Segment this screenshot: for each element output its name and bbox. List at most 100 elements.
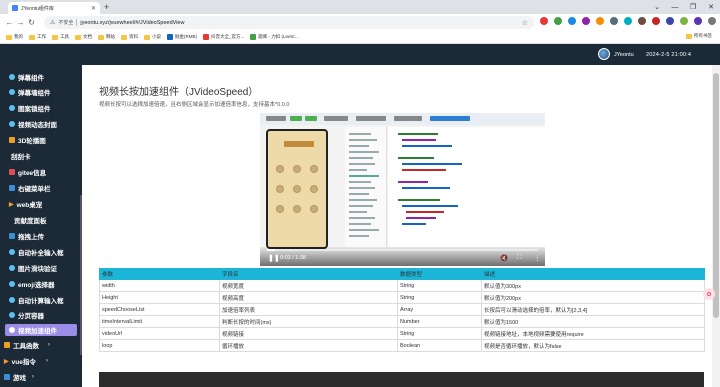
sidebar-item[interactable]: 自动计算输入框 (9, 294, 81, 306)
close-icon[interactable]: ✕ (702, 0, 720, 14)
pattern-dot (310, 205, 318, 213)
floating-helper-icon[interactable]: ✿ (703, 288, 715, 300)
sidebar-item[interactable]: 弹幕墙组件 (9, 86, 81, 98)
sidebar-item[interactable]: gitee信息 (9, 166, 81, 178)
sidebar-item[interactable]: 弹幕组件 (9, 71, 81, 83)
bookmark-link[interactable]: 抖音大全_官方... (203, 34, 244, 40)
divider (76, 19, 78, 26)
back-icon[interactable]: ← (4, 17, 15, 28)
scrollbar-thumb[interactable] (713, 73, 719, 318)
bookmark-folder[interactable]: 小说 (144, 34, 161, 40)
bookmark-folder[interactable]: 网站 (98, 34, 115, 40)
extension-icon[interactable] (582, 17, 590, 25)
sidebar-item[interactable]: 视频动态封面 (9, 118, 81, 130)
bookmark-folder[interactable]: 文档 (75, 34, 92, 40)
sidebar-item-label: 弹幕墙组件 (18, 90, 51, 97)
more-menu-icon[interactable] (708, 17, 716, 25)
pattern-dot (293, 185, 301, 193)
frame-toolbar-block (356, 116, 386, 121)
table-cell: speedChooseList (99, 303, 220, 316)
sidebar-item-label: 拖拽上传 (18, 234, 44, 241)
profile-avatar-icon[interactable] (694, 17, 702, 25)
video-progress-bar[interactable] (267, 249, 538, 251)
browser-tab[interactable]: JYeontu组件库 ✕ (8, 2, 100, 14)
sidebar-item[interactable]: 分页容器 (9, 309, 81, 321)
phone-title-bar (284, 141, 314, 147)
video-code-editor (388, 127, 545, 247)
tab-title: JYeontu组件库 (21, 5, 54, 12)
sidebar-group[interactable]: 工具函数 › (4, 339, 76, 351)
sidebar-item[interactable]: ▶ web桌宠 (9, 198, 81, 210)
extension-icon[interactable] (568, 17, 576, 25)
menu-dot-icon (9, 89, 15, 95)
bookmark-folder[interactable]: 工具 (52, 34, 69, 40)
extension-icon[interactable] (680, 17, 688, 25)
extension-icon[interactable] (624, 17, 632, 25)
sidebar-item[interactable]: 图案锁组件 (9, 102, 81, 114)
bookmark-link[interactable]: 题库 - 力扣 (LeetC... (250, 34, 299, 40)
sidebar-item[interactable]: 图片滑块验证 (9, 262, 81, 274)
minimize-icon[interactable]: — (666, 0, 684, 14)
new-tab-button[interactable]: + (104, 2, 109, 12)
sidebar-item[interactable]: 贡献度面板 (12, 214, 82, 226)
menu-dot-icon (9, 281, 15, 287)
mute-icon[interactable]: 🔇 (500, 254, 508, 262)
extension-icon[interactable] (610, 17, 618, 25)
table-row: videoUrl 视频链接 String 视频链接地址，本地视频需要使用requ… (99, 327, 705, 340)
sidebar-item[interactable]: 拖拽上传 (9, 230, 81, 242)
table-cell: 视频高度 (219, 291, 398, 304)
page-scrollbar[interactable] (712, 65, 720, 387)
extension-icon[interactable] (596, 17, 604, 25)
folder-icon (686, 33, 692, 39)
warning-icon[interactable]: ⚠ (50, 19, 55, 26)
restore-icon[interactable]: ❐ (684, 0, 702, 14)
table-cell: 视频链接地址，本地视频需要使用require (481, 327, 705, 340)
pattern-dot (276, 185, 284, 193)
table-row: speedChooseList 加速倍率列表 Array 长按后可以滑动选择的倍… (99, 303, 705, 316)
folder-icon (121, 34, 127, 40)
sidebar-item-label: 图案锁组件 (18, 106, 51, 113)
vue-icon: ▶ (4, 358, 9, 365)
pause-icon[interactable]: ❚❚ (268, 254, 280, 262)
bookmark-star-icon[interactable]: ☆ (522, 19, 528, 27)
more-options-icon[interactable]: ⋮ (534, 254, 541, 262)
avatar[interactable] (598, 48, 610, 60)
reload-icon[interactable]: ↻ (26, 17, 37, 28)
extension-icon[interactable] (652, 17, 660, 25)
sidebar-item-active[interactable]: 视频加速组件 (5, 324, 77, 336)
sidebar-item[interactable]: 刮刮卡 (9, 150, 81, 162)
sidebar-item[interactable]: 自动补全输入框 (9, 246, 81, 258)
frame-toolbar-block (266, 116, 286, 121)
sidebar-group[interactable]: 游戏 › (4, 371, 76, 383)
table-row: loop 循环播放 Boolean 视频是否循环播放，默认为false (99, 339, 705, 352)
url-text[interactable]: jyeontu.xyz/jvuewheel/#/JVideoSpeedView (80, 20, 184, 26)
site-icon (250, 34, 257, 40)
sidebar-item[interactable]: emoji选择器 (9, 278, 81, 290)
bookmark-folder[interactable]: 资料 (121, 34, 138, 40)
sidebar-item-label: 刮刮卡 (11, 154, 31, 161)
forward-icon[interactable]: → (15, 17, 26, 28)
video-player[interactable]: ❚❚ 0:03 / 1:38 🔇 ⛶ ⋮ (260, 113, 545, 266)
all-bookmarks[interactable]: 所有书签 (686, 33, 712, 39)
fullscreen-icon[interactable]: ⛶ (517, 254, 522, 262)
sidebar-item[interactable]: 右键菜单栏 (9, 182, 81, 194)
extension-icon[interactable] (666, 17, 674, 25)
bookmark-label: 工具 (60, 34, 69, 39)
url-field[interactable]: ⚠ 不安全 jyeontu.xyz/jvuewheel/#/JVideoSpee… (44, 16, 534, 29)
table-header-cell: 数据类型 (397, 268, 482, 280)
menu-dot-icon (9, 105, 15, 111)
chevron-down-icon[interactable]: ⌄ (648, 0, 666, 14)
sidebar-group[interactable]: ▶ vue指令 › (4, 355, 76, 367)
bookmark-folder[interactable]: 我的 (6, 34, 23, 40)
close-tab-icon[interactable]: ✕ (91, 5, 96, 12)
bookmark-folder[interactable]: 工作 (29, 34, 46, 40)
bookmark-label: 抖音大全_官方... (211, 34, 245, 39)
sidebar-item-label: 图片滑块验证 (18, 266, 57, 273)
extension-icon[interactable] (554, 17, 562, 25)
extension-icon[interactable] (638, 17, 646, 25)
tool-icon (4, 342, 10, 348)
table-cell: 视频链接 (219, 327, 398, 340)
bookmark-link[interactable]: 掘金(RMB) (167, 34, 197, 40)
sidebar-item[interactable]: 3D轮播图 (9, 134, 81, 146)
extension-icon[interactable] (540, 17, 548, 25)
